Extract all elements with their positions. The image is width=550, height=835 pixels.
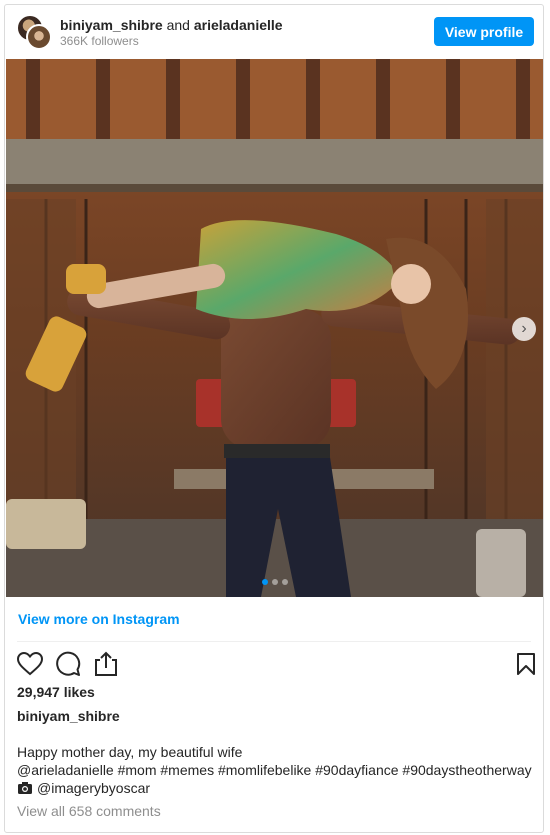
post-header: biniyam_shibre and arieladanielle 366K f…	[5, 5, 543, 59]
comment-button[interactable]	[53, 649, 83, 679]
photo-illustration	[6, 59, 543, 597]
avatar-group[interactable]	[16, 14, 52, 50]
divider	[17, 641, 531, 642]
view-more-link[interactable]: View more on Instagram	[18, 611, 180, 627]
camera-icon	[18, 782, 32, 794]
comment-icon	[56, 651, 81, 676]
avatar	[26, 24, 52, 50]
share-button[interactable]	[91, 649, 121, 679]
post-owners: biniyam_shibre and arieladanielle	[60, 16, 283, 34]
action-bar	[15, 649, 535, 679]
next-photo-button[interactable]: ›	[512, 317, 536, 341]
carousel-dot	[282, 579, 288, 585]
view-comments-link[interactable]: View all 658 comments	[17, 803, 161, 819]
caption-line: Happy mother day, my beautiful wife	[17, 744, 243, 760]
post-caption: Happy mother day, my beautiful wife @ari…	[17, 743, 537, 797]
carousel-dots	[6, 579, 543, 585]
chevron-right-icon: ›	[521, 320, 527, 337]
instagram-embed-card: biniyam_shibre and arieladanielle 366K f…	[4, 4, 544, 833]
carousel-dot	[272, 579, 278, 585]
heart-icon	[17, 652, 43, 676]
bookmark-icon	[517, 653, 535, 675]
connector-text: and	[166, 17, 190, 33]
caption-credit: @imagerybyoscar	[17, 779, 537, 797]
caption-tags[interactable]: @arieladanielle #mom #memes #momlifebeli…	[17, 761, 537, 779]
view-profile-button[interactable]: View profile	[434, 17, 534, 46]
post-photo[interactable]: ›	[6, 59, 543, 597]
photographer-handle[interactable]: @imagerybyoscar	[37, 780, 150, 796]
save-button[interactable]	[511, 649, 541, 679]
carousel-dot	[262, 579, 268, 585]
post-author[interactable]: biniyam_shibre	[17, 708, 120, 724]
share-icon	[95, 651, 117, 676]
followers-count: 366K followers	[60, 34, 139, 48]
username-2[interactable]: arieladanielle	[194, 17, 283, 33]
likes-count[interactable]: 29,947 likes	[17, 684, 95, 700]
like-button[interactable]	[15, 649, 45, 679]
username-1[interactable]: biniyam_shibre	[60, 17, 163, 33]
